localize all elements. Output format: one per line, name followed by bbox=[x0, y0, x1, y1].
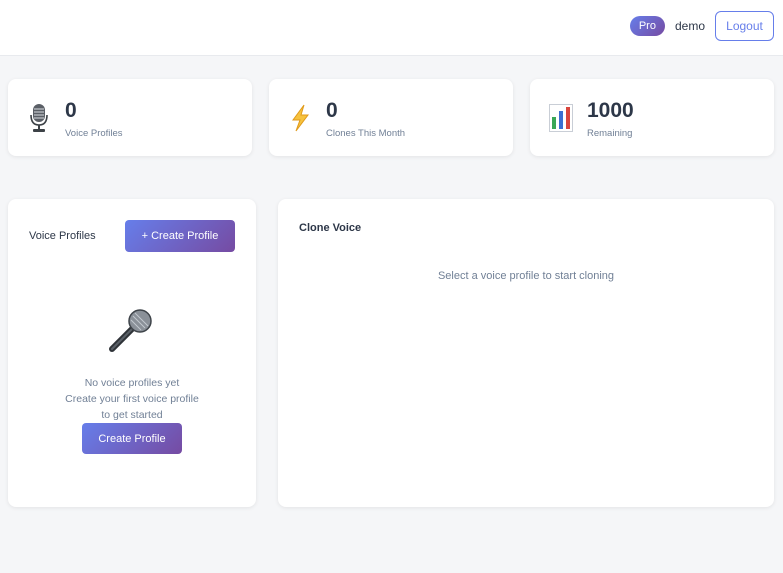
stat-label: Voice Profiles bbox=[65, 128, 123, 139]
empty-state-line: to get started bbox=[101, 409, 163, 421]
clone-voice-panel: Clone Voice Select a voice profile to st… bbox=[278, 199, 774, 507]
voice-profiles-panel: Voice Profiles + Create Profile No voice… bbox=[8, 199, 256, 507]
stat-value: 1000 bbox=[587, 99, 634, 122]
stat-label: Remaining bbox=[587, 128, 633, 139]
stat-value: 0 bbox=[65, 99, 77, 122]
plan-badge: Pro bbox=[629, 16, 665, 36]
studio-microphone-icon bbox=[27, 103, 51, 133]
stat-label: Clones This Month bbox=[326, 128, 406, 139]
microphone-icon bbox=[108, 307, 154, 353]
empty-state-line: Create your first voice profile bbox=[65, 393, 199, 405]
bar-chart-icon bbox=[549, 103, 573, 133]
voice-profiles-title: Voice Profiles bbox=[29, 230, 96, 242]
create-profile-button[interactable]: + Create Profile bbox=[125, 220, 235, 252]
stat-card-remaining: 1000 Remaining bbox=[530, 79, 774, 156]
username: demo bbox=[674, 19, 705, 33]
top-navbar: Pro demo Logout bbox=[0, 0, 783, 56]
logout-button[interactable]: Logout bbox=[715, 11, 774, 41]
stat-card-voice-profiles: 0 Voice Profiles bbox=[8, 79, 252, 156]
lightning-bolt-icon bbox=[288, 103, 312, 133]
stat-card-clones: 0 Clones This Month bbox=[269, 79, 513, 156]
empty-create-profile-button[interactable]: Create Profile bbox=[82, 423, 182, 454]
user-menu: Pro demo Logout bbox=[629, 11, 774, 41]
clone-voice-title: Clone Voice bbox=[299, 222, 362, 234]
stat-value: 0 bbox=[326, 99, 338, 122]
clone-voice-hint: Select a voice profile to start cloning bbox=[437, 270, 615, 282]
empty-state-line: No voice profiles yet bbox=[84, 377, 180, 389]
